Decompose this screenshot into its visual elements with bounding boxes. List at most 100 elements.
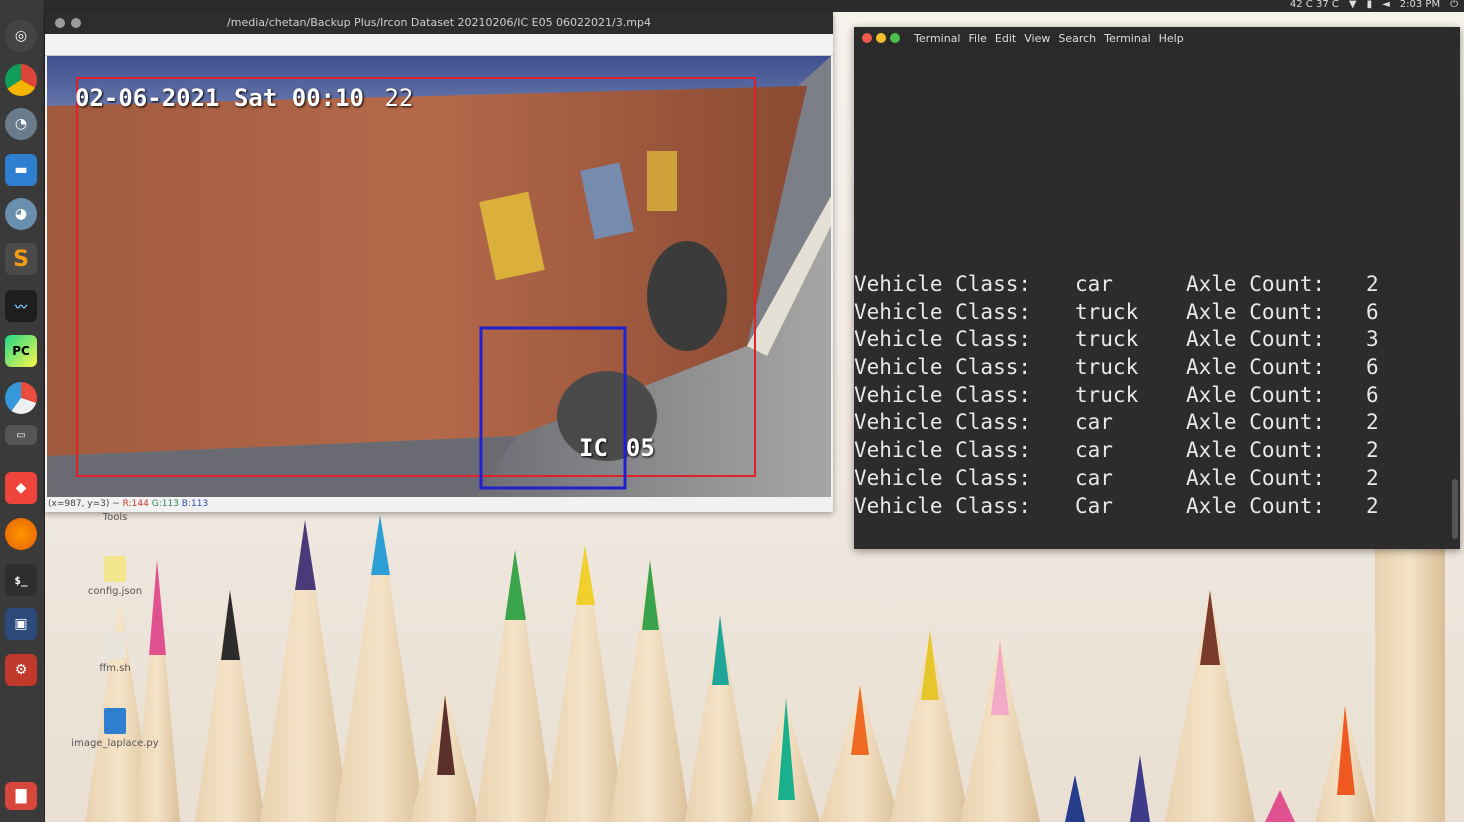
desktop-icon-ffm[interactable]: ffm.sh [70,633,160,674]
menu-search[interactable]: Search [1058,32,1096,45]
vehicle-class-label: Vehicle Class: [854,493,1032,518]
vehicle-class-value: car [1075,438,1113,463]
power-icon[interactable]: ⏻ [1450,0,1458,10]
close-button[interactable] [862,33,872,43]
disk-icon[interactable]: ◕ [5,198,37,230]
minimize-button[interactable] [71,18,81,28]
axle-count-label: Axle Count: [1186,272,1326,296]
anydesk-icon[interactable]: ◆ [5,472,37,504]
temperature-indicator[interactable]: 42 C 37 C [1290,0,1339,10]
terminal-scrollbar[interactable] [1452,479,1458,539]
axle-count-label: Axle Count: [1186,465,1326,490]
video-overlay-camera-id: IC 05 [579,434,655,462]
axle-count-label: Axle Count: [1186,493,1326,518]
terminal-line: Vehicle Class: car Axle Count: 2 [854,465,1448,493]
axle-count-value: 2 [1366,465,1379,490]
axle-count-value: 2 [1366,438,1379,463]
terminal-titlebar[interactable]: Terminal File Edit View Search Terminal … [854,27,1460,49]
menu-terminal-app[interactable]: Terminal [914,32,961,45]
terminal-line: Vehicle Class: truck Axle Count: 6 [854,382,1448,410]
system-monitor-icon[interactable]: 〰 [5,290,37,322]
axle-count-value: 3 [1366,327,1379,352]
terminal-line: Vehicle Class: Car Axle Count: 2 [854,493,1448,521]
video-window-titlebar[interactable]: /media/chetan/Backup Plus/Ircon Dataset … [45,12,833,34]
vehicle-class-label: Vehicle Class: [854,410,1032,435]
axle-count-label: Axle Count: [1186,410,1326,435]
battery-icon[interactable]: ▮ [1367,0,1373,10]
video-frame[interactable]: 02-06-2021 Sat 00:10 22 IC 05 [47,56,831,497]
volume-icon[interactable]: ◄ [1382,0,1390,10]
video-scene-image [47,56,831,497]
pycharm-icon[interactable]: PC [5,335,37,367]
files-icon[interactable]: ▬ [5,154,37,186]
video-player-window: /media/chetan/Backup Plus/Ircon Dataset … [45,12,833,512]
desktop-icon-tools[interactable]: Tools [70,512,160,523]
desktop-icon-image-laplace[interactable]: image_laplace.py [70,708,160,749]
axle-count-value: 2 [1366,493,1379,518]
terminal-line: Vehicle Class: car Axle Count: 2 [854,437,1448,465]
vehicle-class-value: truck [1075,382,1139,407]
video-status-bar: (x=987, y=3) ~ R:144 G:113 B:113 [48,499,209,509]
axle-count-label: Axle Count: [1186,327,1326,352]
camera-icon[interactable]: ▣ [5,608,37,640]
axle-count-label: Axle Count: [1186,355,1326,380]
minimize-button[interactable] [876,33,886,43]
menu-edit[interactable]: Edit [995,32,1016,45]
terminal-line: Vehicle Class: truck Axle Count: 3 [854,326,1448,354]
clock[interactable]: 2:03 PM [1400,0,1440,10]
sublime-text-icon[interactable]: S [5,243,37,275]
vehicle-class-label: Vehicle Class: [854,438,1032,463]
menu-terminal[interactable]: Terminal [1104,32,1151,45]
terminal-line: Vehicle Class: car Axle Count: 2 [854,409,1448,437]
vehicle-class-label: Vehicle Class: [854,272,1032,296]
video-overlay-timestamp: 02-06-2021 Sat 00:10 22 [75,84,414,112]
menu-view[interactable]: View [1024,32,1050,45]
vehicle-class-value: car [1075,272,1113,296]
maximize-button[interactable] [890,33,900,43]
video-window-title: /media/chetan/Backup Plus/Ircon Dataset … [227,16,651,29]
trash-icon[interactable]: ▇ [5,782,37,810]
firefox-icon[interactable] [5,518,37,550]
terminal-output[interactable]: Vehicle Class: car Axle Count: 2 Vehicle Cla… [854,271,1448,520]
axle-count-label: Axle Count: [1186,299,1326,324]
terminal-line: Vehicle Class: truck Axle Count: 6 [854,299,1448,327]
axle-count-value: 6 [1366,355,1379,380]
vehicle-class-value: Car [1075,493,1113,518]
chrome-icon[interactable] [5,64,37,96]
vehicle-class-value: car [1075,410,1113,435]
shell-script-icon [104,633,126,659]
settings-icon[interactable]: ⚙ [5,654,37,686]
close-button[interactable] [55,18,65,28]
terminal-line: Vehicle Class: car Axle Count: 2 [854,271,1448,299]
vehicle-class-label: Vehicle Class: [854,327,1032,352]
json-file-icon [104,556,126,582]
desktop-icon-config[interactable]: config.json [70,556,160,597]
vehicle-class-value: car [1075,465,1113,490]
axle-count-label: Axle Count: [1186,438,1326,463]
pie-chart-icon[interactable] [5,382,37,414]
system-tray: 42 C 37 C ▼ ▮ ◄ 2:03 PM ⏻ [1290,0,1458,10]
axle-count-value: 2 [1366,272,1379,296]
terminal-line: Vehicle Class: truck Axle Count: 6 [854,354,1448,382]
terminal-icon[interactable]: $_ [5,564,37,596]
vehicle-class-label: Vehicle Class: [854,355,1032,380]
vehicle-class-label: Vehicle Class: [854,465,1032,490]
network-icon[interactable]: ▼ [1349,0,1357,10]
vehicle-class-label: Vehicle Class: [854,382,1032,407]
launcher-sidebar: ◎ ◔ ▬ ◕ S 〰 PC ▭ ◆ $_ ▣ ⚙ ▇ [0,0,45,822]
vehicle-class-label: Vehicle Class: [854,299,1032,324]
menu-help[interactable]: Help [1159,32,1184,45]
axle-count-value: 2 [1366,410,1379,435]
window-icon[interactable]: ▭ [5,425,37,445]
top-panel: 42 C 37 C ▼ ▮ ◄ 2:03 PM ⏻ [0,0,1464,12]
axle-count-value: 6 [1366,299,1379,324]
ubuntu-dash-icon[interactable]: ◎ [5,20,37,52]
menu-file[interactable]: File [969,32,987,45]
disk-usage-icon[interactable]: ◔ [5,108,37,140]
video-toolbar [45,34,833,56]
python-file-icon [104,708,126,734]
terminal-window: Terminal File Edit View Search Terminal … [854,27,1460,549]
axle-count-label: Axle Count: [1186,382,1326,407]
terminal-menubar: Terminal File Edit View Search Terminal … [914,32,1184,45]
vehicle-class-value: truck [1075,355,1139,380]
